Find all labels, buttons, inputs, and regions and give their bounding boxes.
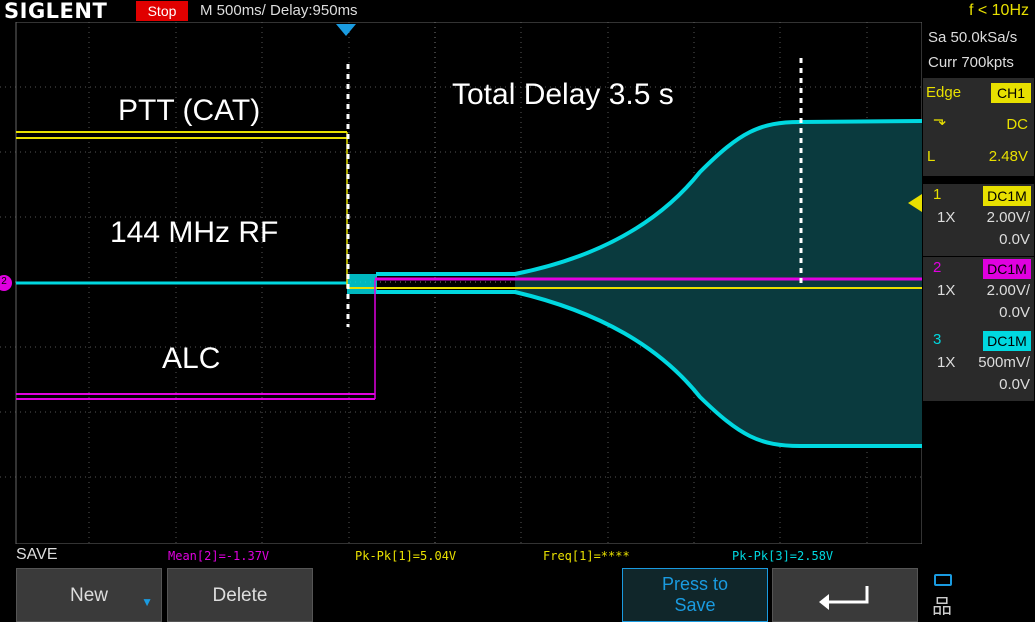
channel-number: 2 xyxy=(933,259,942,276)
channel-offset: 0.0V xyxy=(999,376,1030,393)
rising-edge-icon: ⬎ xyxy=(933,112,947,129)
channel-vdiv: 2.00V/ xyxy=(986,209,1030,226)
memory-depth: Curr 700kpts xyxy=(928,54,1014,71)
trigger-frequency: f < 10Hz xyxy=(968,2,1029,19)
trigger-level: 2.48V xyxy=(988,148,1028,165)
press-to-save-line1: Press to xyxy=(661,574,729,594)
channel-number: 3 xyxy=(933,331,942,348)
new-button-label: New xyxy=(69,585,108,606)
delete-button-label: Delete xyxy=(212,585,268,606)
channel-probe: 1X xyxy=(937,354,956,371)
brand-logo: SIGLENT xyxy=(4,0,108,23)
dropdown-arrow-icon: ▼ xyxy=(141,595,153,609)
channel-coupling: DC1M xyxy=(983,331,1031,351)
channel-probe: 1X xyxy=(937,282,956,299)
channel-1-box[interactable]: 1 DC1M 1X 2.00V/ 0.0V xyxy=(923,184,1034,256)
ch2-marker-text: 2 xyxy=(1,276,7,287)
measurement-freq-ch1: Freq[1]=**** xyxy=(543,549,630,563)
menu-bar: SAVE Mean[2]=-1.37V Pk-Pk[1]=5.04V Freq[… xyxy=(0,544,922,622)
timebase-readout: M 500ms/ Delay:950ms xyxy=(200,2,358,19)
waveform-display: PTT (CAT) 144 MHz RF ALC Total Delay 3.5… xyxy=(0,21,923,545)
delete-button[interactable]: Delete xyxy=(167,568,313,622)
measurement-pkpk-ch3: Pk-Pk[3]=2.58V xyxy=(732,549,834,563)
usb-icon xyxy=(934,574,952,586)
measurement-pkpk-ch1: Pk-Pk[1]=5.04V xyxy=(355,549,457,563)
channel-probe: 1X xyxy=(937,209,956,226)
press-to-save-line2: Save xyxy=(674,595,716,615)
channel-offset: 0.0V xyxy=(999,304,1030,321)
trigger-box[interactable]: Edge CH1 ⬎ DC L 2.48V xyxy=(923,78,1034,176)
trigger-type: Edge xyxy=(926,84,962,101)
trigger-position-icon xyxy=(336,24,356,36)
return-arrow-icon xyxy=(819,586,869,610)
right-panel: Sa 50.0kSa/s Curr 700kpts Edge CH1 ⬎ DC … xyxy=(922,22,1035,622)
channel-2-box[interactable]: 2 DC1M 1X 2.00V/ 0.0V xyxy=(923,257,1034,329)
new-button[interactable]: New ▼ xyxy=(16,568,162,622)
menu-title: SAVE xyxy=(16,546,58,563)
rf-envelope-fill xyxy=(515,121,922,446)
channel-offset: 0.0V xyxy=(999,231,1030,248)
alc-label: ALC xyxy=(162,342,221,375)
channel-vdiv: 2.00V/ xyxy=(986,282,1030,299)
sample-rate: Sa 50.0kSa/s xyxy=(928,29,1018,46)
rf-label: 144 MHz RF xyxy=(110,216,279,249)
network-icon: 品 xyxy=(932,596,952,618)
trigger-source: CH1 xyxy=(991,83,1031,103)
press-to-save-button[interactable]: Press to Save xyxy=(622,568,768,622)
channel-number: 1 xyxy=(933,186,942,203)
channel-coupling: DC1M xyxy=(983,259,1031,279)
measurement-mean-ch2: Mean[2]=-1.37V xyxy=(168,549,270,563)
run-stop-indicator[interactable]: Stop xyxy=(136,1,188,21)
trigger-coupling: DC xyxy=(1006,116,1028,133)
channel-vdiv: 500mV/ xyxy=(978,354,1030,371)
status-bar: SIGLENT Stop M 500ms/ Delay:950ms f < 10… xyxy=(0,0,1035,22)
back-button[interactable] xyxy=(772,568,918,622)
channel-3-box[interactable]: 3 DC1M 1X 500mV/ 0.0V xyxy=(923,329,1034,401)
ptt-label: PTT (CAT) xyxy=(118,94,261,127)
trigger-level-label: L xyxy=(927,148,936,165)
delay-label: Total Delay 3.5 s xyxy=(452,78,674,111)
channel-coupling: DC1M xyxy=(983,186,1031,206)
